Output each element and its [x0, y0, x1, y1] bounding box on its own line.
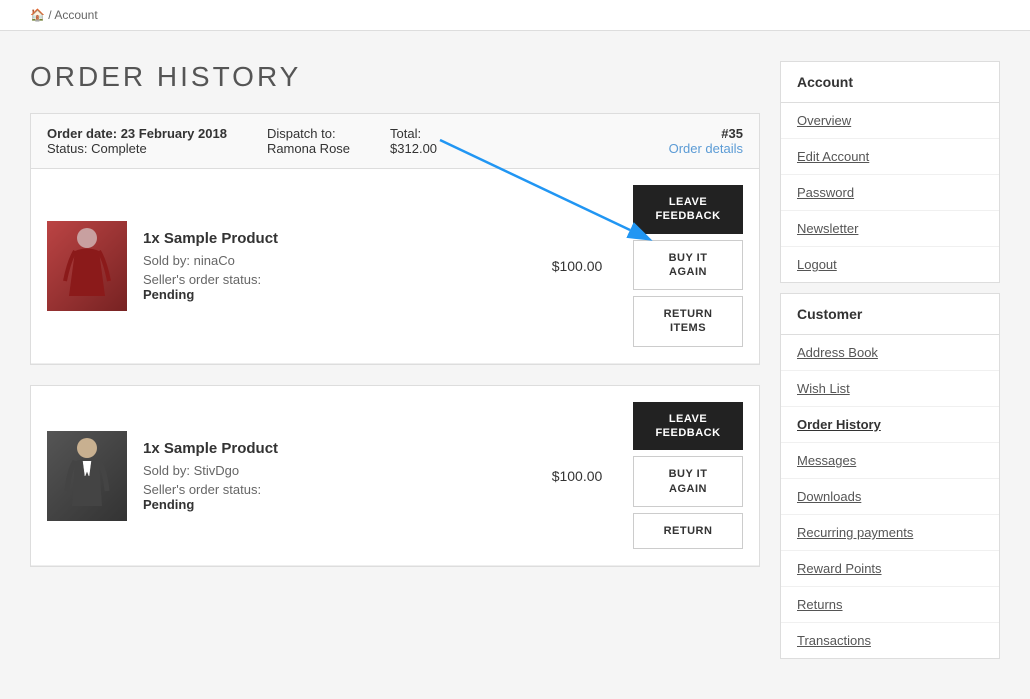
- breadcrumb-separator: /: [48, 8, 51, 22]
- product-image-svg-1: [57, 226, 117, 306]
- breadcrumb-current: Account: [54, 8, 97, 22]
- product-status-label-2: Seller's order status:: [143, 482, 521, 497]
- order-date-field: Order date: 23 February 2018 Status: Com…: [47, 126, 227, 156]
- order-number: #35: [669, 126, 743, 141]
- order-card-1: Order date: 23 February 2018 Status: Com…: [30, 113, 760, 365]
- sidebar-item-reward-points[interactable]: Reward Points: [781, 551, 999, 587]
- buy-again-button-1[interactable]: BUY ITAGAIN: [633, 240, 743, 291]
- sidebar-item-order-history[interactable]: Order History: [781, 407, 999, 443]
- product-price-2: $100.00: [537, 468, 617, 484]
- main-container: ORDER HISTORY Order date: 23 February 20…: [0, 31, 1030, 699]
- order-item-2: 1x Sample Product Sold by: StivDgo Selle…: [31, 386, 759, 566]
- action-buttons-2: LEAVEFEEDBACK BUY ITAGAIN RETURN: [633, 402, 743, 549]
- order-item-1: 1x Sample Product Sold by: ninaCo Seller…: [31, 169, 759, 364]
- sidebar-customer-section: Customer Address Book Wish List Order Hi…: [780, 293, 1000, 659]
- leave-feedback-button-1[interactable]: LEAVEFEEDBACK: [633, 185, 743, 234]
- dispatch-field: Dispatch to: Ramona Rose: [267, 126, 350, 156]
- leave-feedback-button-2[interactable]: LEAVEFEEDBACK: [633, 402, 743, 451]
- product-status-label-1: Seller's order status:: [143, 272, 521, 287]
- page-title: ORDER HISTORY: [30, 61, 760, 93]
- sidebar-account-section: Account Overview Edit Account Password N…: [780, 61, 1000, 283]
- sidebar-item-logout[interactable]: Logout: [781, 247, 999, 282]
- sidebar: Account Overview Edit Account Password N…: [780, 61, 1000, 669]
- total-field: Total: $312.00: [390, 126, 437, 156]
- content-area: ORDER HISTORY Order date: 23 February 20…: [30, 61, 760, 669]
- product-name-2: 1x Sample Product: [143, 440, 521, 457]
- sidebar-item-edit-account[interactable]: Edit Account: [781, 139, 999, 175]
- sidebar-item-returns[interactable]: Returns: [781, 587, 999, 623]
- order-details-link[interactable]: Order details: [669, 141, 743, 156]
- sidebar-item-transactions[interactable]: Transactions: [781, 623, 999, 658]
- product-seller-1: Sold by: ninaCo: [143, 253, 521, 268]
- product-image-2: [47, 431, 127, 521]
- sidebar-item-address-book[interactable]: Address Book: [781, 335, 999, 371]
- action-buttons-1: LEAVEFEEDBACK BUY ITAGAIN RETURNITEMS: [633, 185, 743, 347]
- sidebar-item-newsletter[interactable]: Newsletter: [781, 211, 999, 247]
- sidebar-item-password[interactable]: Password: [781, 175, 999, 211]
- home-icon[interactable]: 🏠: [30, 8, 45, 22]
- product-name-1: 1x Sample Product: [143, 230, 521, 247]
- product-image-1: [47, 221, 127, 311]
- sidebar-account-title: Account: [781, 62, 999, 103]
- sidebar-customer-title: Customer: [781, 294, 999, 335]
- breadcrumb: 🏠 / Account: [0, 0, 1030, 31]
- order-header-1: Order date: 23 February 2018 Status: Com…: [31, 114, 759, 169]
- order-date-label: Order date: 23 February 2018: [47, 126, 227, 141]
- product-image-svg-2: [57, 436, 117, 516]
- order-header-right: #35 Order details: [669, 126, 743, 156]
- order-status: Status: Complete: [47, 141, 147, 156]
- sidebar-item-recurring-payments[interactable]: Recurring payments: [781, 515, 999, 551]
- product-status-value-1: Pending: [143, 287, 521, 302]
- sidebar-item-downloads[interactable]: Downloads: [781, 479, 999, 515]
- product-details-2: 1x Sample Product Sold by: StivDgo Selle…: [143, 440, 521, 512]
- product-details-1: 1x Sample Product Sold by: ninaCo Seller…: [143, 230, 521, 302]
- return-items-button-1[interactable]: RETURNITEMS: [633, 296, 743, 347]
- order-card-2: 1x Sample Product Sold by: StivDgo Selle…: [30, 385, 760, 567]
- sidebar-item-messages[interactable]: Messages: [781, 443, 999, 479]
- return-items-button-2[interactable]: RETURN: [633, 513, 743, 549]
- product-status-value-2: Pending: [143, 497, 521, 512]
- sidebar-item-wish-list[interactable]: Wish List: [781, 371, 999, 407]
- product-price-1: $100.00: [537, 258, 617, 274]
- sidebar-item-overview[interactable]: Overview: [781, 103, 999, 139]
- buy-again-button-2[interactable]: BUY ITAGAIN: [633, 456, 743, 507]
- product-seller-2: Sold by: StivDgo: [143, 463, 521, 478]
